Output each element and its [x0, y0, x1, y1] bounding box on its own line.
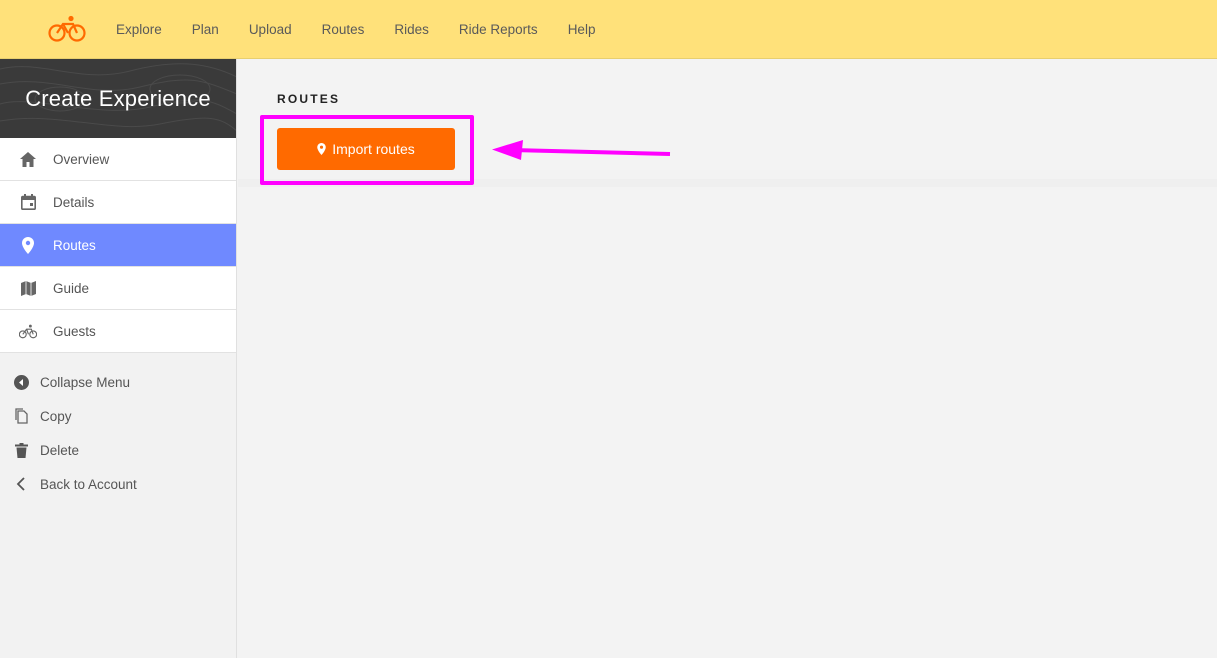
annotation-arrow-icon	[492, 140, 671, 160]
action-label: Copy	[40, 408, 72, 424]
back-to-account-link[interactable]: Back to Account	[0, 467, 236, 501]
sidebar-item-label: Routes	[53, 237, 96, 253]
collapse-icon	[12, 373, 30, 391]
main-content: ROUTES Import routes	[238, 59, 1217, 658]
sidebar-item-guide[interactable]: Guide	[0, 267, 236, 310]
copy-icon	[12, 407, 30, 425]
map-icon	[19, 279, 37, 297]
action-label: Collapse Menu	[40, 374, 131, 390]
action-label: Back to Account	[40, 476, 137, 492]
nav-ride-reports[interactable]: Ride Reports	[459, 22, 538, 37]
sidebar-item-label: Guide	[53, 280, 90, 296]
pin-icon	[19, 236, 37, 254]
bike-icon	[19, 322, 37, 340]
sidebar-item-label: Guests	[53, 323, 96, 339]
action-label: Delete	[40, 442, 80, 458]
cyclist-logo-icon[interactable]	[48, 14, 86, 44]
sidebar-item-details[interactable]: Details	[0, 181, 236, 224]
nav-explore[interactable]: Explore	[116, 22, 162, 37]
nav-upload[interactable]: Upload	[249, 22, 292, 37]
sidebar-item-routes[interactable]: Routes	[0, 224, 236, 267]
copy-button[interactable]: Copy	[0, 399, 236, 433]
sidebar-header: Create Experience	[0, 59, 236, 138]
sidebar: Create Experience Overview Details Route…	[0, 59, 237, 658]
calendar-icon	[19, 193, 37, 211]
collapse-menu-button[interactable]: Collapse Menu	[0, 365, 236, 399]
delete-button[interactable]: Delete	[0, 433, 236, 467]
sidebar-actions: Collapse Menu Copy Delete Back to Accoun…	[0, 365, 236, 501]
sidebar-item-label: Overview	[53, 151, 110, 167]
nav-plan[interactable]: Plan	[192, 22, 219, 37]
highlight-box	[260, 115, 474, 185]
sidebar-item-overview[interactable]: Overview	[0, 138, 236, 181]
sidebar-title: Create Experience	[25, 85, 211, 111]
sidebar-item-label: Details	[53, 194, 95, 210]
nav-rides[interactable]: Rides	[394, 22, 429, 37]
sidebar-item-guests[interactable]: Guests	[0, 310, 236, 353]
home-icon	[19, 150, 37, 168]
top-nav: Explore Plan Upload Routes Rides Ride Re…	[0, 0, 1217, 59]
nav-routes[interactable]: Routes	[322, 22, 365, 37]
nav-help[interactable]: Help	[568, 22, 596, 37]
chevron-left-icon	[12, 475, 30, 493]
page-title: ROUTES	[277, 92, 341, 106]
trash-icon	[12, 441, 30, 459]
